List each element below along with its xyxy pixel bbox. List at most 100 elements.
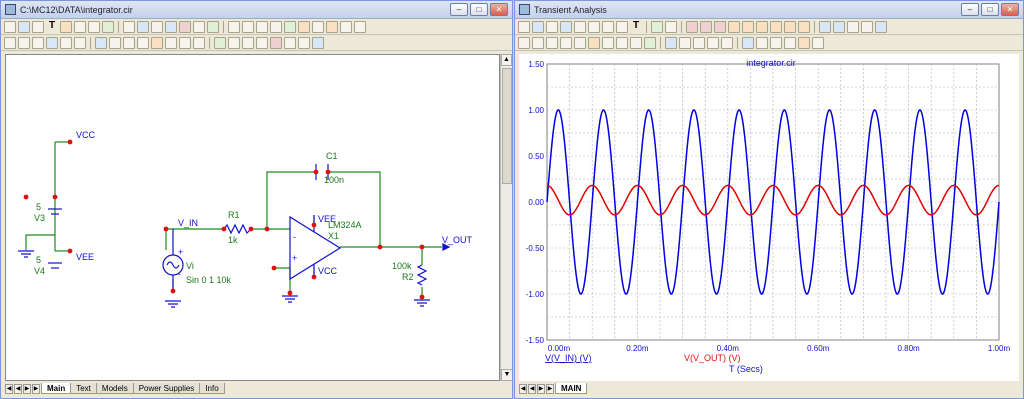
- valley-icon[interactable]: [700, 20, 712, 33]
- point-icon[interactable]: [193, 20, 205, 33]
- low-icon[interactable]: [728, 20, 740, 33]
- window-icon[interactable]: [875, 20, 887, 33]
- print-icon[interactable]: [574, 20, 586, 33]
- slope-icon[interactable]: [588, 36, 600, 49]
- scroll-up-icon[interactable]: ▲: [501, 54, 512, 66]
- save-icon[interactable]: [560, 20, 572, 33]
- tab-main[interactable]: MAIN: [555, 383, 588, 394]
- help-icon[interactable]: [179, 20, 191, 33]
- diode-icon[interactable]: [270, 20, 282, 33]
- run-icon[interactable]: [651, 20, 663, 33]
- node-numbers-icon[interactable]: [228, 36, 240, 49]
- fourier-icon[interactable]: [693, 36, 705, 49]
- pointer-icon[interactable]: [518, 20, 530, 33]
- copy-icon[interactable]: [32, 36, 44, 49]
- fit-icon[interactable]: [861, 20, 873, 33]
- prev-page-icon[interactable]: ◀: [14, 383, 22, 394]
- tab-power-supplies[interactable]: Power Supplies: [132, 383, 201, 394]
- scale-icon[interactable]: [532, 20, 544, 33]
- pan-icon[interactable]: [847, 20, 859, 33]
- next-interpolated-icon[interactable]: [560, 36, 572, 49]
- tokens-icon[interactable]: [602, 20, 614, 33]
- tab-models[interactable]: Models: [95, 383, 134, 394]
- last-page-icon[interactable]: ▶: [32, 383, 40, 394]
- exit-icon[interactable]: [812, 36, 824, 49]
- zoom-out-icon[interactable]: [179, 36, 191, 49]
- maximize-button[interactable]: □: [981, 3, 999, 16]
- info-icon[interactable]: [165, 20, 177, 33]
- zoom-box-icon[interactable]: [707, 36, 719, 49]
- legend-v-out[interactable]: V(V_OUT) (V): [684, 353, 741, 363]
- component-mode-icon[interactable]: [18, 20, 30, 33]
- cursor-left-icon[interactable]: [518, 36, 530, 49]
- grid-icon[interactable]: [137, 20, 149, 33]
- ground-icon[interactable]: [284, 20, 296, 33]
- plot-area[interactable]: 1.50 1.00 0.50 0.00 -0.50 -1.00 -1.50 0.00m 0.20…: [519, 54, 1019, 381]
- battery-icon[interactable]: [298, 20, 310, 33]
- scroll-down-icon[interactable]: ▼: [501, 369, 512, 381]
- global-high-icon[interactable]: [756, 20, 768, 33]
- limits-icon[interactable]: [798, 36, 810, 49]
- mode-icon[interactable]: [602, 36, 614, 49]
- bus-icon[interactable]: [74, 20, 86, 33]
- cursor-right-icon[interactable]: [532, 36, 544, 49]
- zoom-in-icon[interactable]: [819, 20, 831, 33]
- zoom-in-icon[interactable]: [165, 36, 177, 49]
- legend-v-in[interactable]: V(V_IN) (V): [545, 353, 592, 363]
- pointer-icon[interactable]: [4, 36, 16, 49]
- data-points-icon[interactable]: [588, 20, 600, 33]
- text-icon[interactable]: T: [630, 20, 642, 33]
- source-icon[interactable]: [312, 20, 324, 33]
- schematic-titlebar[interactable]: C:\MC12\DATA\integrator.cir – □ ✕: [1, 1, 512, 19]
- text-mode-icon[interactable]: T: [46, 20, 58, 33]
- step-box-icon[interactable]: [95, 36, 107, 49]
- peak-icon[interactable]: [686, 20, 698, 33]
- resistor-icon[interactable]: [228, 20, 240, 33]
- global-low-icon[interactable]: [770, 20, 782, 33]
- cursor-icon[interactable]: [546, 20, 558, 33]
- state-icon[interactable]: [784, 36, 796, 49]
- capacitor-icon[interactable]: [242, 20, 254, 33]
- schematic-canvas[interactable]: VCC VEE V_IN VEE VCC V_OUT + - - + 5 V3 …: [5, 54, 500, 381]
- next-page-icon[interactable]: ▶: [23, 383, 31, 394]
- first-page-icon[interactable]: ◀: [5, 383, 13, 394]
- grid-toggle-icon[interactable]: [616, 20, 628, 33]
- flip-x-icon[interactable]: [109, 36, 121, 49]
- paste-icon[interactable]: [46, 36, 58, 49]
- power-icon[interactable]: [270, 36, 282, 49]
- region-icon[interactable]: [123, 20, 135, 33]
- pin-icon[interactable]: [151, 20, 163, 33]
- close-button[interactable]: ✕: [490, 3, 508, 16]
- graphics-icon[interactable]: [88, 20, 100, 33]
- diagonal-wire-icon[interactable]: [60, 20, 72, 33]
- wire-mode-icon[interactable]: [32, 20, 44, 33]
- minimize-button[interactable]: –: [450, 3, 468, 16]
- animate-icon[interactable]: [679, 36, 691, 49]
- inflection-icon[interactable]: [742, 20, 754, 33]
- flip-y-icon[interactable]: [123, 36, 135, 49]
- analysis-titlebar[interactable]: Transient Analysis – □ ✕: [515, 1, 1023, 19]
- tag-icon[interactable]: [616, 36, 628, 49]
- tab-main[interactable]: Main: [41, 383, 72, 394]
- undo-icon[interactable]: [60, 36, 72, 49]
- next-simple-icon[interactable]: [546, 36, 558, 49]
- voltage-icon[interactable]: [242, 36, 254, 49]
- tab-info[interactable]: Info: [199, 383, 225, 394]
- mirror-icon[interactable]: [151, 36, 163, 49]
- high-icon[interactable]: [714, 20, 726, 33]
- scroll-thumb[interactable]: [502, 68, 512, 184]
- select-mode-icon[interactable]: [4, 20, 16, 33]
- node-icon[interactable]: [207, 20, 219, 33]
- pin-markers-icon[interactable]: [298, 36, 310, 49]
- properties-icon[interactable]: [742, 36, 754, 49]
- attributes-icon[interactable]: [214, 36, 226, 49]
- current-icon[interactable]: [256, 36, 268, 49]
- last-page-icon[interactable]: ▶: [546, 383, 554, 394]
- close-button[interactable]: ✕: [1001, 3, 1019, 16]
- minimize-button[interactable]: –: [961, 3, 979, 16]
- warning-icon[interactable]: [326, 20, 338, 33]
- condition-icon[interactable]: [284, 36, 296, 49]
- redo-icon[interactable]: [74, 36, 86, 49]
- zoom-out-icon[interactable]: [833, 20, 845, 33]
- zoom-fit-icon[interactable]: [193, 36, 205, 49]
